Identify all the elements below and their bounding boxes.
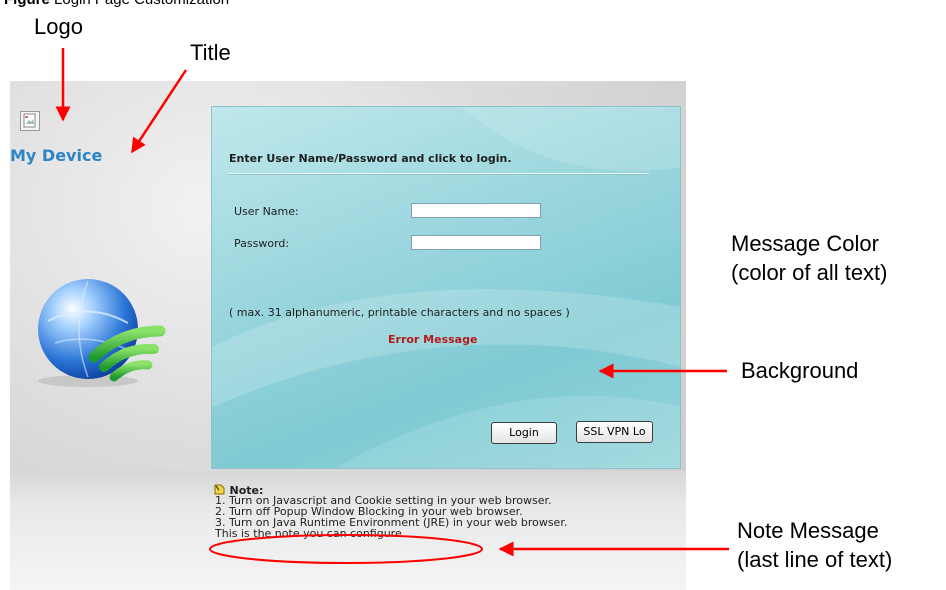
username-label: User Name: xyxy=(234,205,299,218)
callout-message-color: Message Color (color of all text) xyxy=(731,229,888,287)
password-label: Password: xyxy=(234,237,290,250)
callout-logo: Logo xyxy=(34,14,83,39)
error-message: Error Message xyxy=(388,333,478,346)
callout-note-message: Note Message (last line of text) xyxy=(737,516,892,574)
device-title: My Device xyxy=(10,146,103,165)
callout-title: Title xyxy=(190,40,231,65)
callout-message-color-line1: Message Color xyxy=(731,231,879,256)
figure-caption: Figure Login Page Customization xyxy=(4,0,229,8)
figure-caption-text: Login Page Customization xyxy=(54,0,229,8)
broken-image-icon xyxy=(23,113,36,128)
figure-caption-prefix: Figure xyxy=(4,0,50,8)
password-input[interactable] xyxy=(411,235,541,250)
credentials-hint: ( max. 31 alphanumeric, printable charac… xyxy=(229,306,570,319)
note-area: Note: 1. Turn on Javascript and Cookie s… xyxy=(10,471,686,590)
callout-message-color-line2: (color of all text) xyxy=(731,260,888,285)
login-button[interactable]: Login xyxy=(491,422,557,444)
note-line-custom: This is the note you can configure. xyxy=(215,527,406,540)
callout-note-message-line2: (last line of text) xyxy=(737,547,893,572)
ssl-vpn-login-button[interactable]: SSL VPN Lo xyxy=(576,421,653,443)
globe-wifi-icon xyxy=(30,271,170,391)
login-page-screenshot: My Device Enter User Name/Password and c… xyxy=(10,81,686,590)
logo-image xyxy=(20,111,40,131)
username-input[interactable] xyxy=(411,203,541,218)
heading-divider xyxy=(229,173,649,175)
callout-background: Background xyxy=(741,358,859,383)
callout-note-message-line1: Note Message xyxy=(737,518,879,543)
login-panel: Enter User Name/Password and click to lo… xyxy=(211,106,681,469)
login-heading: Enter User Name/Password and click to lo… xyxy=(229,152,512,165)
